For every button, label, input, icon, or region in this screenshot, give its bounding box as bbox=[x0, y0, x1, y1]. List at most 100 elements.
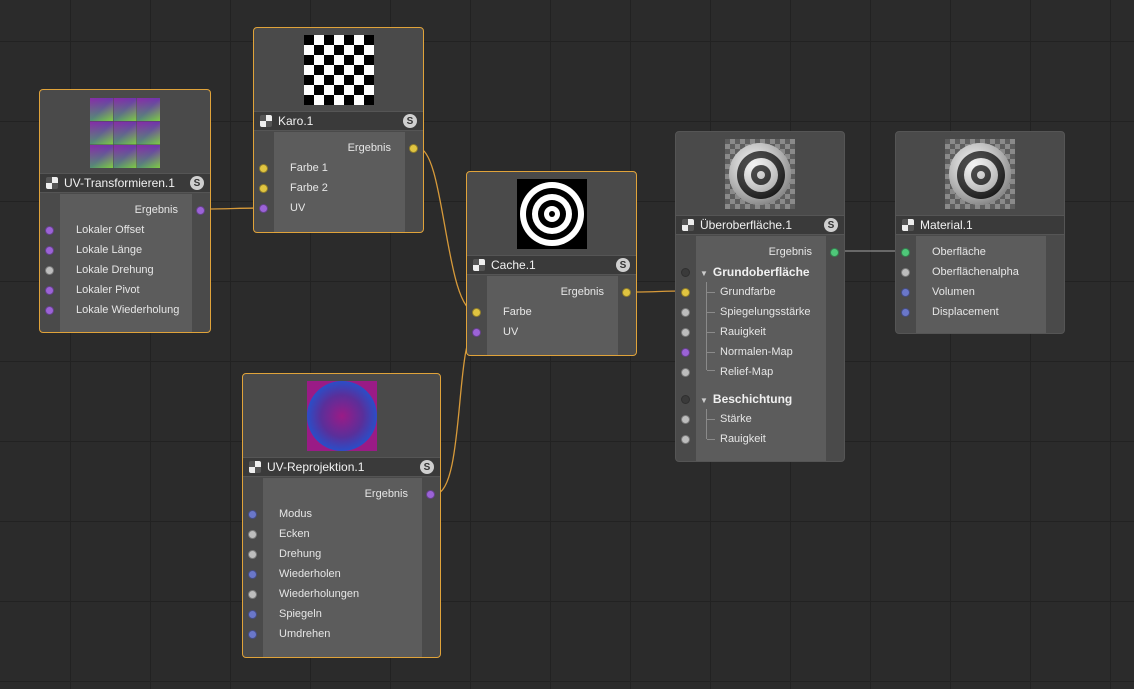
input-port-row[interactable]: Farbe bbox=[467, 302, 636, 322]
input-label: Rauigkeit bbox=[720, 433, 766, 445]
input-port[interactable] bbox=[259, 183, 268, 193]
solo-badge-icon[interactable]: S bbox=[824, 218, 838, 232]
input-port[interactable] bbox=[248, 549, 257, 559]
input-port[interactable] bbox=[901, 267, 910, 277]
collapse-triangle-icon[interactable]: ▼ bbox=[700, 269, 708, 278]
input-port-row[interactable]: Rauigkeit bbox=[676, 322, 844, 342]
input-port-row[interactable]: Ecken bbox=[243, 524, 440, 544]
solo-badge-icon[interactable]: S bbox=[190, 176, 204, 190]
node-uv-reprojektion[interactable]: UV-Reprojektion.1 S Ergebnis Modus Ecken… bbox=[242, 373, 441, 658]
input-port-row[interactable]: Wiederholen bbox=[243, 564, 440, 584]
node-ueberoberflaeche[interactable]: Überoberfläche.1 S Ergebnis ▼ Grundoberfl… bbox=[675, 131, 845, 462]
input-port[interactable] bbox=[472, 307, 481, 317]
input-port[interactable] bbox=[248, 569, 257, 579]
input-port-row[interactable]: Lokaler Offset bbox=[40, 220, 210, 240]
input-port[interactable] bbox=[472, 327, 481, 337]
node-type-icon bbox=[902, 219, 914, 231]
input-port-row[interactable]: Modus bbox=[243, 504, 440, 524]
input-port[interactable] bbox=[681, 434, 690, 444]
input-port-row[interactable]: UV bbox=[254, 198, 423, 218]
input-port-row[interactable]: Stärke bbox=[676, 409, 844, 429]
node-material[interactable]: Material.1 Oberfläche Oberflächenalpha V… bbox=[895, 131, 1065, 334]
input-port[interactable] bbox=[901, 287, 910, 297]
input-port[interactable] bbox=[45, 265, 54, 275]
node-uv-transformieren[interactable]: UV-Transformieren.1 S Ergebnis Lokaler O… bbox=[39, 89, 211, 333]
output-port[interactable] bbox=[830, 247, 839, 257]
node-title-bar[interactable]: Überoberfläche.1 S bbox=[676, 215, 844, 235]
output-port[interactable] bbox=[409, 143, 418, 153]
input-port[interactable] bbox=[248, 529, 257, 539]
input-port[interactable] bbox=[901, 307, 910, 317]
node-title-bar[interactable]: Karo.1 S bbox=[254, 111, 423, 131]
input-label: Spiegeln bbox=[279, 608, 322, 620]
group-header-beschichtung[interactable]: ▼ Beschichtung bbox=[676, 389, 844, 409]
input-port[interactable] bbox=[45, 225, 54, 235]
input-port[interactable] bbox=[248, 629, 257, 639]
output-port-row[interactable]: Ergebnis bbox=[40, 200, 210, 220]
node-karo[interactable]: Karo.1 S Ergebnis Farbe 1 Farbe 2 UV bbox=[253, 27, 424, 233]
node-preview bbox=[676, 132, 844, 216]
input-port[interactable] bbox=[248, 589, 257, 599]
input-port-row[interactable]: Farbe 2 bbox=[254, 178, 423, 198]
input-port-row[interactable]: Lokale Wiederholung bbox=[40, 300, 210, 320]
input-port-row[interactable]: Lokale Drehung bbox=[40, 260, 210, 280]
node-title-bar[interactable]: Material.1 bbox=[896, 215, 1064, 235]
input-port[interactable] bbox=[681, 414, 690, 424]
input-port[interactable] bbox=[681, 367, 690, 377]
input-port-row[interactable]: Lokaler Pivot bbox=[40, 280, 210, 300]
group-header-grundoberflaeche[interactable]: ▼ Grundoberfläche bbox=[676, 262, 844, 282]
input-port[interactable] bbox=[901, 247, 910, 257]
input-port[interactable] bbox=[259, 163, 268, 173]
input-port[interactable] bbox=[45, 285, 54, 295]
node-body: Oberfläche Oberflächenalpha Volumen Disp… bbox=[896, 236, 1064, 333]
input-port-row[interactable]: Oberflächenalpha bbox=[896, 262, 1064, 282]
output-label: Ergebnis bbox=[364, 488, 408, 500]
node-title-bar[interactable]: UV-Transformieren.1 S bbox=[40, 173, 210, 193]
input-port-row[interactable]: Normalen-Map bbox=[676, 342, 844, 362]
input-port-row[interactable]: Spiegeln bbox=[243, 604, 440, 624]
group-port[interactable] bbox=[681, 267, 690, 277]
node-title-bar[interactable]: Cache.1 S bbox=[467, 255, 636, 275]
node-cache[interactable]: Cache.1 S Ergebnis Farbe UV bbox=[466, 171, 637, 356]
input-label: Normalen-Map bbox=[720, 346, 793, 358]
collapse-triangle-icon[interactable]: ▼ bbox=[700, 396, 708, 405]
input-port-row[interactable]: Farbe 1 bbox=[254, 158, 423, 178]
input-label: Oberflächenalpha bbox=[932, 266, 1019, 278]
input-port-row[interactable]: Drehung bbox=[243, 544, 440, 564]
output-port[interactable] bbox=[622, 287, 631, 297]
input-port-row[interactable]: Grundfarbe bbox=[676, 282, 844, 302]
input-port[interactable] bbox=[681, 287, 690, 297]
output-port-row[interactable]: Ergebnis bbox=[243, 484, 440, 504]
input-port-row[interactable]: UV bbox=[467, 322, 636, 342]
input-port-row[interactable]: Relief-Map bbox=[676, 362, 844, 382]
input-port[interactable] bbox=[248, 509, 257, 519]
solo-badge-icon[interactable]: S bbox=[420, 460, 434, 474]
input-port-row[interactable]: Spiegelungsstärke bbox=[676, 302, 844, 322]
input-port[interactable] bbox=[45, 245, 54, 255]
output-port-row[interactable]: Ergebnis bbox=[676, 242, 844, 262]
input-port-row[interactable]: Lokale Länge bbox=[40, 240, 210, 260]
solo-badge-icon[interactable]: S bbox=[403, 114, 417, 128]
input-port[interactable] bbox=[681, 347, 690, 357]
input-label: Relief-Map bbox=[720, 366, 774, 378]
input-port-row[interactable]: Wiederholungen bbox=[243, 584, 440, 604]
input-port-row[interactable]: Oberfläche bbox=[896, 242, 1064, 262]
input-port[interactable] bbox=[681, 327, 690, 337]
output-port-row[interactable]: Ergebnis bbox=[254, 138, 423, 158]
input-label: UV bbox=[503, 326, 519, 338]
input-port-row[interactable]: Displacement bbox=[896, 302, 1064, 322]
node-title-bar[interactable]: UV-Reprojektion.1 S bbox=[243, 457, 440, 477]
input-label: UV bbox=[290, 202, 306, 214]
output-port[interactable] bbox=[426, 489, 435, 499]
output-port[interactable] bbox=[196, 205, 205, 215]
solo-badge-icon[interactable]: S bbox=[616, 258, 630, 272]
output-port-row[interactable]: Ergebnis bbox=[467, 282, 636, 302]
input-port[interactable] bbox=[248, 609, 257, 619]
group-port[interactable] bbox=[681, 394, 690, 404]
input-port-row[interactable]: Umdrehen bbox=[243, 624, 440, 644]
input-port[interactable] bbox=[681, 307, 690, 317]
input-port-row[interactable]: Volumen bbox=[896, 282, 1064, 302]
input-port-row[interactable]: Rauigkeit bbox=[676, 429, 844, 449]
input-port[interactable] bbox=[45, 305, 54, 315]
input-port[interactable] bbox=[259, 203, 268, 213]
